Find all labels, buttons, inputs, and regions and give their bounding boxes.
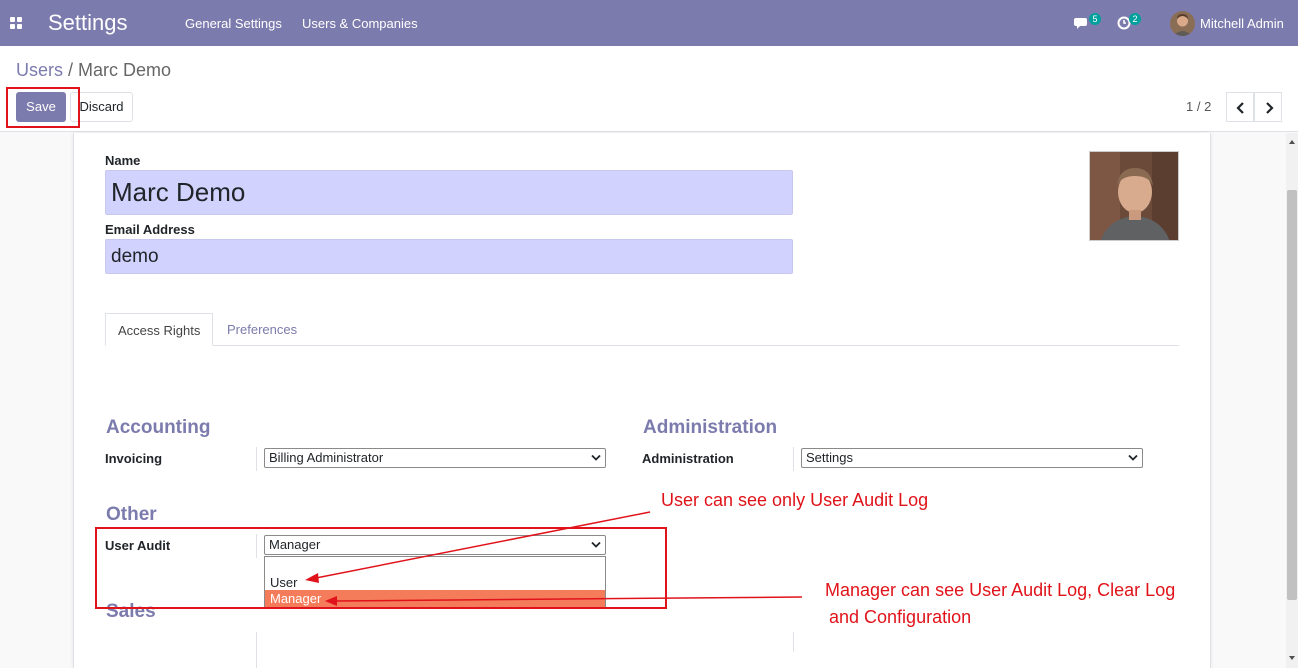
administration-select[interactable]: Settings (801, 448, 1143, 468)
breadcrumb-users-link[interactable]: Users (16, 60, 63, 80)
scrollbar-thumb[interactable] (1287, 190, 1297, 600)
email-label: Email Address (105, 222, 195, 237)
field-separator (793, 632, 794, 652)
breadcrumb: Users / Marc Demo (16, 60, 171, 81)
scroll-down-icon[interactable] (1288, 654, 1296, 662)
activities-count-badge: 2 (1129, 13, 1141, 25)
chat-bubble-icon[interactable] (1074, 14, 1090, 30)
menu-general-settings[interactable]: General Settings (185, 16, 282, 31)
breadcrumb-current: Marc Demo (78, 60, 172, 80)
annotation-manager-line2: and Configuration (829, 607, 972, 627)
field-separator (793, 447, 794, 471)
save-highlight-box (6, 87, 80, 128)
user-name[interactable]: Mitchell Admin (1200, 16, 1284, 31)
pager-value[interactable]: 1 / 2 (1186, 99, 1211, 114)
invoicing-select[interactable]: Billing Administrator (264, 448, 606, 468)
app-title[interactable]: Settings (48, 10, 128, 36)
group-title-administration: Administration (643, 417, 778, 438)
tab-access-rights[interactable]: Access Rights (105, 313, 214, 346)
apps-grid-icon[interactable] (10, 17, 22, 29)
annotation-manager-line1: Manager can see User Audit Log, Clear Lo… (825, 580, 1176, 600)
user-avatar[interactable] (1170, 11, 1195, 36)
notebook-tabs: Access Rights Preferences (105, 313, 1179, 346)
name-input[interactable]: Marc Demo (105, 170, 793, 215)
email-input[interactable]: demo (105, 239, 793, 274)
name-label: Name (105, 153, 141, 168)
field-separator (256, 447, 257, 471)
chevron-down-icon (1128, 454, 1138, 461)
scroll-up-icon[interactable] (1288, 138, 1296, 146)
control-panel: Users / Marc Demo Save Discard 1 / 2 (0, 46, 1298, 132)
chevron-down-icon (591, 454, 601, 461)
field-separator (256, 632, 257, 668)
user-audit-highlight-box (95, 527, 667, 609)
breadcrumb-separator: / (63, 60, 79, 80)
annotation-user: User can see only User Audit Log (661, 490, 929, 510)
administration-label: Administration (642, 451, 734, 466)
profile-photo[interactable] (1089, 151, 1179, 241)
pager-previous-button[interactable] (1226, 92, 1254, 122)
chevron-left-icon (1236, 102, 1244, 114)
administration-select-value: Settings (806, 450, 853, 465)
tab-preferences[interactable]: Preferences (215, 313, 309, 346)
group-title-accounting: Accounting (106, 417, 211, 438)
menu-users-companies[interactable]: Users & Companies (302, 16, 418, 31)
invoicing-label: Invoicing (105, 451, 163, 466)
invoicing-select-value: Billing Administrator (269, 450, 384, 465)
chevron-right-icon (1266, 102, 1274, 114)
top-navbar: Settings General Settings Users & Compan… (0, 0, 1298, 46)
pager-next-button[interactable] (1254, 92, 1282, 122)
messages-count-badge: 5 (1089, 13, 1101, 25)
group-title-other: Other (106, 504, 157, 525)
